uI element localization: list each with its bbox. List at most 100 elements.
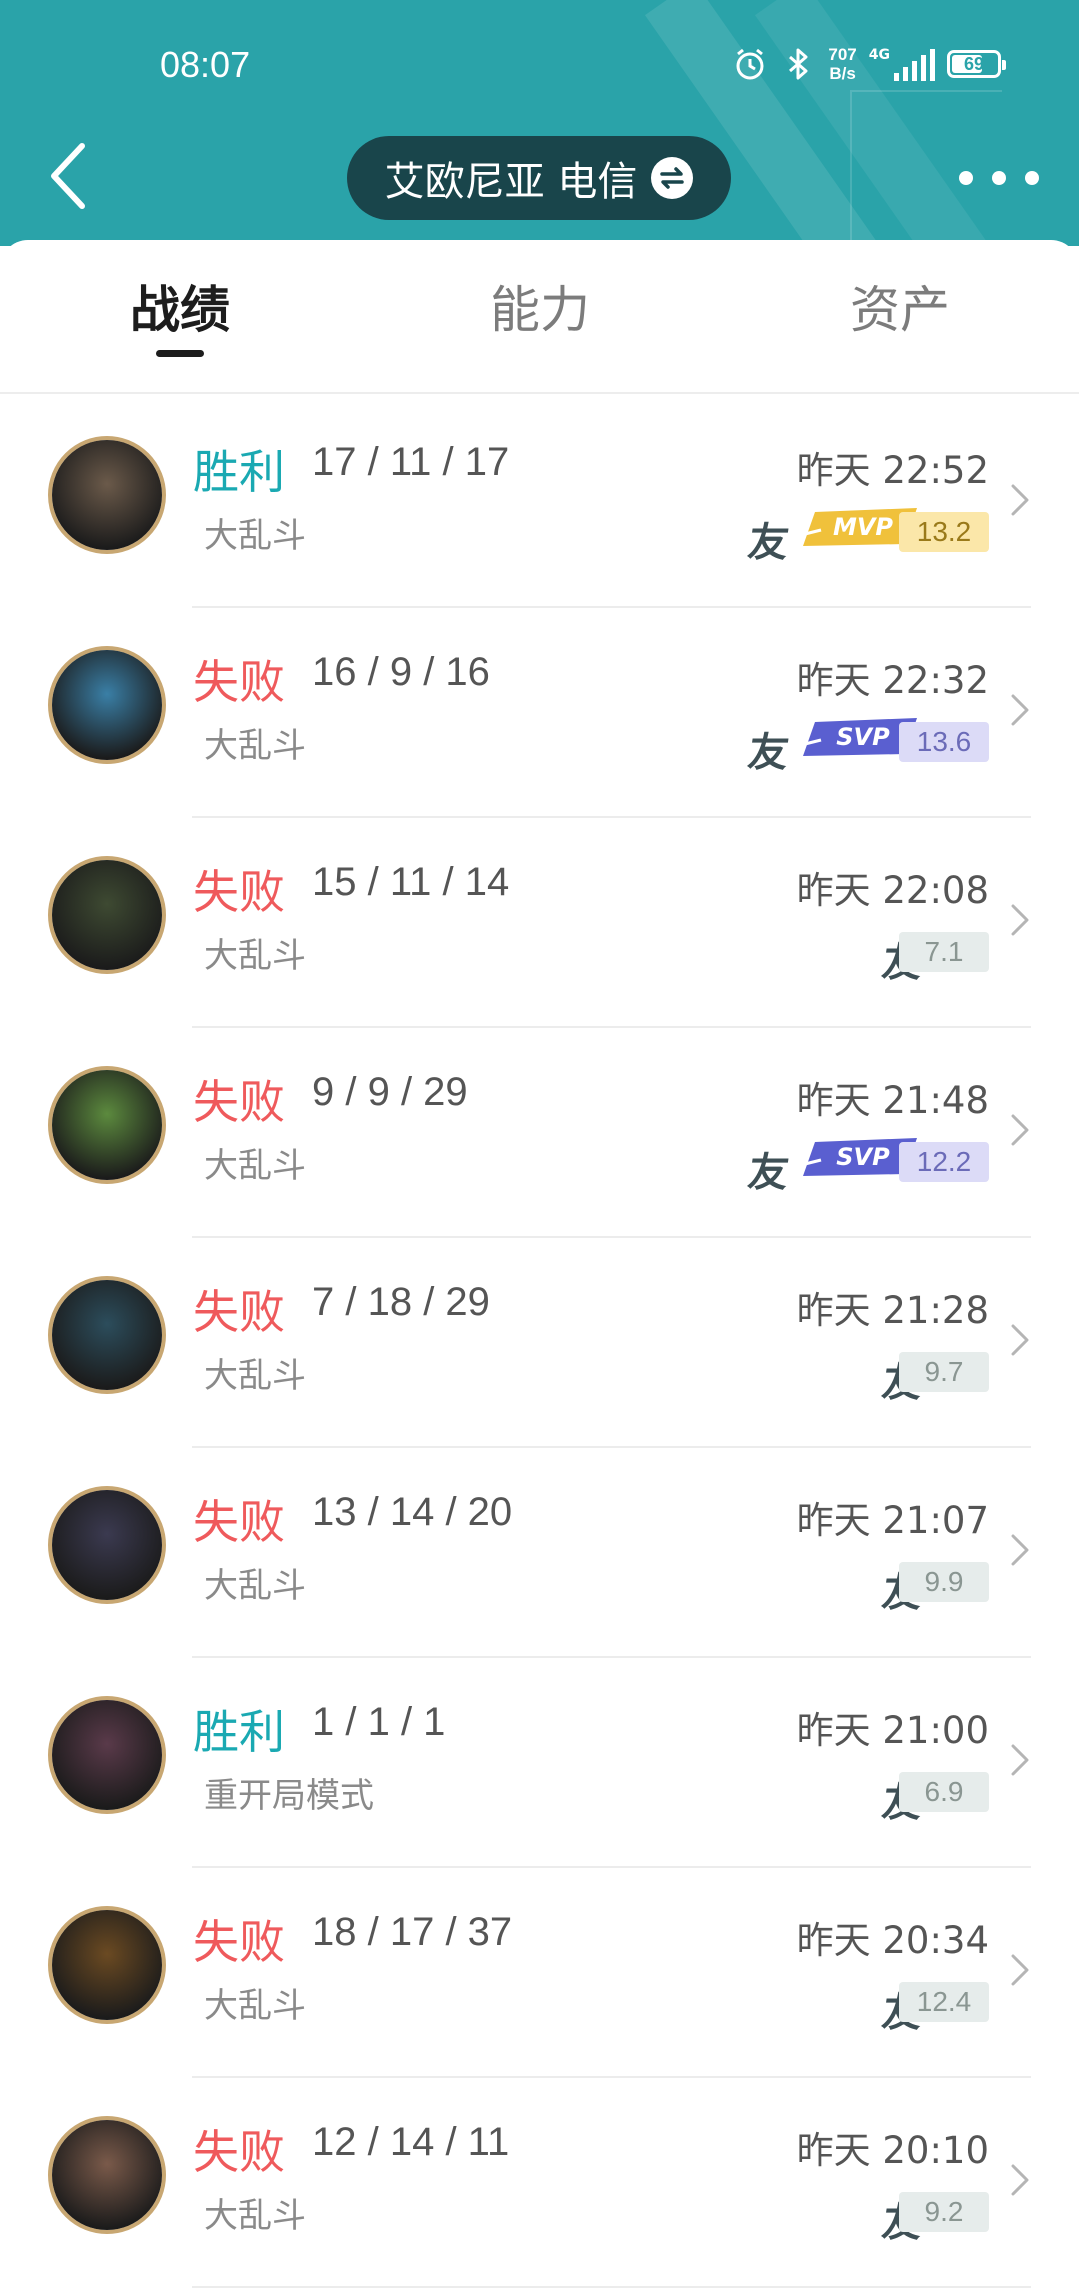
match-kda: 18 / 17 / 37 bbox=[312, 1910, 513, 1954]
champion-avatar bbox=[48, 1486, 166, 1604]
match-score: 12.4 bbox=[899, 1982, 989, 2022]
match-score: 9.7 bbox=[899, 1352, 989, 1392]
match-row[interactable]: 失败 13 / 14 / 20 大乱斗 昨天 21:07 友 9.9 bbox=[0, 1448, 1079, 1658]
friend-badge: 友 bbox=[745, 730, 792, 776]
match-mode: 重开局模式 bbox=[204, 1776, 374, 1816]
match-result: 胜利 bbox=[193, 445, 285, 499]
chevron-right-icon bbox=[1011, 1744, 1029, 1776]
match-score: 7.1 bbox=[899, 932, 989, 972]
match-time: 昨天 22:52 bbox=[796, 449, 989, 492]
chevron-right-icon bbox=[1011, 1324, 1029, 1356]
match-mode: 大乱斗 bbox=[204, 1146, 306, 1186]
match-row[interactable]: 失败 7 / 18 / 29 大乱斗 昨天 21:28 友 9.7 bbox=[0, 1238, 1079, 1448]
badge-label: SVP bbox=[836, 723, 890, 751]
champion-avatar bbox=[48, 1906, 166, 2024]
champion-avatar bbox=[48, 1276, 166, 1394]
match-result: 失败 bbox=[193, 1915, 285, 1969]
champion-avatar bbox=[48, 1066, 166, 1184]
chevron-right-icon bbox=[1011, 484, 1029, 516]
match-score: 6.9 bbox=[899, 1772, 989, 1812]
tab-active-indicator bbox=[156, 350, 204, 357]
match-score: 13.2 bbox=[899, 512, 989, 552]
tab-label: 能力 bbox=[490, 281, 590, 339]
match-kda: 7 / 18 / 29 bbox=[312, 1280, 490, 1324]
match-result: 失败 bbox=[193, 2125, 285, 2179]
chevron-right-icon bbox=[1011, 1954, 1029, 1986]
server-switch-button[interactable]: 艾欧尼亚 电信 bbox=[347, 136, 731, 220]
match-row[interactable]: 失败 9 / 9 / 29 大乱斗 昨天 21:48 友 SVP 12.2 bbox=[0, 1028, 1079, 1238]
match-time: 昨天 21:00 bbox=[796, 1709, 989, 1752]
champion-avatar bbox=[48, 646, 166, 764]
badge-label: MVP bbox=[833, 513, 893, 541]
match-kda: 12 / 14 / 11 bbox=[312, 2120, 510, 2164]
tab-assets[interactable]: 资产 bbox=[780, 270, 1020, 342]
match-mode: 大乱斗 bbox=[204, 1356, 306, 1396]
chevron-right-icon bbox=[1011, 694, 1029, 726]
match-kda: 1 / 1 / 1 bbox=[312, 1700, 446, 1744]
match-time: 昨天 20:34 bbox=[796, 1919, 989, 1962]
match-row[interactable]: 胜利 1 / 1 / 1 重开局模式 昨天 21:00 友 6.9 bbox=[0, 1658, 1079, 1868]
match-mode: 大乱斗 bbox=[204, 1986, 306, 2026]
champion-avatar bbox=[48, 856, 166, 974]
network-type: 4G bbox=[868, 47, 890, 63]
tab-ability[interactable]: 能力 bbox=[420, 270, 660, 342]
match-mode: 大乱斗 bbox=[204, 2196, 306, 2236]
chevron-left-icon bbox=[51, 143, 85, 209]
chevron-right-icon bbox=[1011, 2164, 1029, 2196]
match-time: 昨天 21:28 bbox=[796, 1289, 989, 1332]
match-time: 昨天 22:08 bbox=[796, 869, 989, 912]
match-result: 失败 bbox=[193, 1075, 285, 1129]
match-row[interactable]: 失败 16 / 9 / 16 大乱斗 昨天 22:32 友 SVP 13.6 bbox=[0, 608, 1079, 818]
tab-label: 战绩 bbox=[130, 281, 230, 339]
more-dot-icon bbox=[992, 171, 1006, 185]
match-score: 12.2 bbox=[899, 1142, 989, 1182]
match-result: 失败 bbox=[193, 1285, 285, 1339]
tab-records[interactable]: 战绩 bbox=[60, 270, 300, 357]
match-mode: 大乱斗 bbox=[204, 516, 306, 556]
match-kda: 15 / 11 / 14 bbox=[312, 860, 510, 904]
match-result: 失败 bbox=[193, 655, 285, 709]
network-speed-unit: B/s bbox=[829, 64, 856, 83]
bluetooth-icon bbox=[789, 48, 808, 80]
match-result: 失败 bbox=[193, 865, 285, 919]
champion-avatar bbox=[48, 436, 166, 554]
match-mode: 大乱斗 bbox=[204, 726, 306, 766]
more-dot-icon bbox=[1025, 171, 1039, 185]
server-name: 艾欧尼亚 电信 bbox=[384, 159, 638, 205]
more-options-button[interactable] bbox=[959, 160, 1039, 196]
friend-badge: 友 bbox=[745, 1150, 792, 1196]
match-kda: 16 / 9 / 16 bbox=[312, 650, 490, 694]
match-kda: 17 / 11 / 17 bbox=[312, 440, 510, 484]
match-kda: 9 / 9 / 29 bbox=[312, 1070, 468, 1114]
match-score: 9.2 bbox=[899, 2192, 989, 2232]
tab-bar: 战绩 能力 资产 bbox=[0, 240, 1079, 394]
signal-icon: 4G bbox=[869, 47, 935, 81]
status-time: 08:07 bbox=[160, 44, 251, 85]
match-score: 13.6 bbox=[899, 722, 989, 762]
badge-label: SVP bbox=[836, 1143, 890, 1171]
back-button[interactable] bbox=[40, 140, 96, 212]
match-score: 9.9 bbox=[899, 1562, 989, 1602]
champion-avatar bbox=[48, 2116, 166, 2234]
switch-icon bbox=[651, 157, 694, 199]
more-dot-icon bbox=[959, 171, 973, 185]
match-row[interactable]: 失败 15 / 11 / 14 大乱斗 昨天 22:08 友 7.1 bbox=[0, 818, 1079, 1028]
friend-badge: 友 bbox=[745, 520, 792, 566]
status-icons: 707 B/s 4G 69 bbox=[732, 42, 1006, 86]
match-result: 胜利 bbox=[193, 1705, 285, 1759]
alarm-icon bbox=[736, 48, 764, 80]
network-speed: 707 B/s bbox=[828, 45, 856, 83]
match-row[interactable]: 失败 12 / 14 / 11 大乱斗 昨天 20:10 友 9.2 bbox=[0, 2078, 1079, 2288]
match-time: 昨天 20:10 bbox=[796, 2129, 989, 2172]
match-kda: 13 / 14 / 20 bbox=[312, 1490, 513, 1534]
chevron-right-icon bbox=[1011, 1534, 1029, 1566]
match-mode: 大乱斗 bbox=[204, 936, 306, 976]
match-row[interactable]: 胜利 17 / 11 / 17 大乱斗 昨天 22:52 友 MVP 13.2 bbox=[0, 398, 1079, 608]
chevron-right-icon bbox=[1011, 1114, 1029, 1146]
match-row[interactable]: 失败 18 / 17 / 37 大乱斗 昨天 20:34 友 12.4 bbox=[0, 1868, 1079, 2078]
match-time: 昨天 21:07 bbox=[796, 1499, 989, 1542]
champion-avatar bbox=[48, 1696, 166, 1814]
match-mode: 大乱斗 bbox=[204, 1566, 306, 1606]
tab-label: 资产 bbox=[850, 281, 950, 339]
top-header: 08:07 707 B/s 4G 69 艾欧尼亚 电信 bbox=[0, 0, 1079, 246]
